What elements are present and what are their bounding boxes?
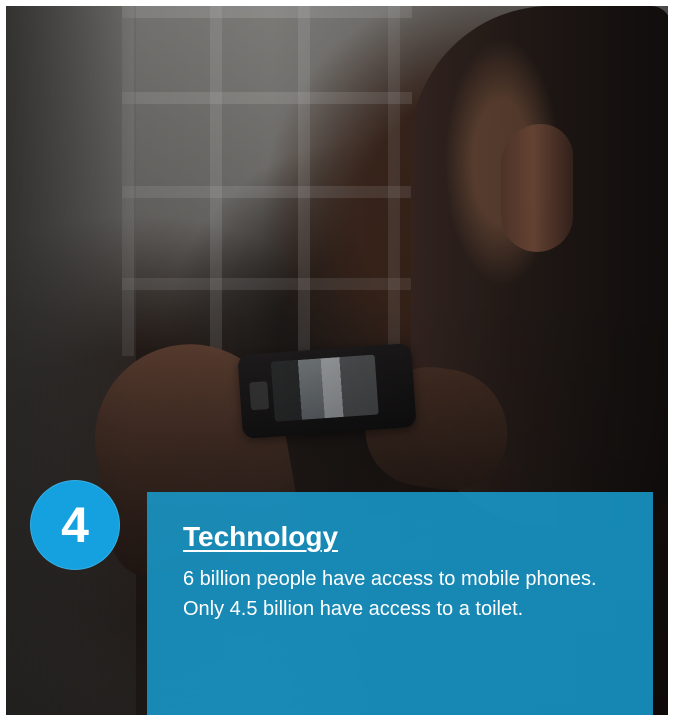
person-ear xyxy=(501,124,573,252)
panel-description: 6 billion people have access to mobile p… xyxy=(183,567,597,621)
page-frame: 4 Technology 6 billion people have acces… xyxy=(0,0,674,719)
mobile-phone xyxy=(237,343,417,439)
number-badge: 4 xyxy=(30,480,120,570)
phone-brand-mark xyxy=(249,381,270,411)
phone-screen xyxy=(270,354,379,422)
technology-link[interactable]: Technology xyxy=(183,521,617,553)
badge-number: 4 xyxy=(61,497,89,553)
info-panel: Technology 6 billion people have access … xyxy=(147,492,653,715)
wall-shadow xyxy=(6,6,136,715)
